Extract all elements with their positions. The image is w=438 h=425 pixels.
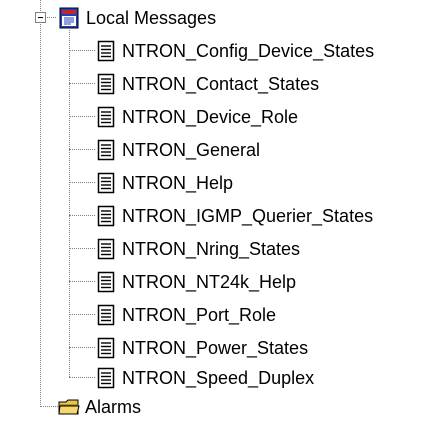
tree-connector-child [69, 347, 95, 348]
tree-node-label: NTRON_Speed_Duplex [122, 367, 315, 388]
tree-node-label: NTRON_Device_Role [122, 106, 299, 127]
tree-connector-child [69, 116, 95, 117]
tree-node-label: Local Messages [86, 7, 217, 28]
document-icon [97, 205, 115, 227]
tree-connector-root [40, 0, 41, 407]
document-icon [97, 304, 115, 326]
tree-node-power-states[interactable]: NTRON_Power_States [97, 334, 310, 361]
tree-node-alarms[interactable]: Alarms [58, 393, 143, 420]
document-icon [97, 172, 115, 194]
tree-node-label: Alarms [85, 396, 142, 417]
document-icon [97, 367, 115, 389]
tree-node-local-messages[interactable]: Local Messages [58, 4, 218, 31]
tree-connector-child [69, 50, 95, 51]
tree-node-label: NTRON_General [122, 139, 261, 160]
tree-node-config-device-states[interactable]: NTRON_Config_Device_States [97, 37, 376, 64]
tree-node-label: NTRON_NT24k_Help [122, 271, 297, 292]
tree-connector-alarms [40, 406, 58, 407]
message-book-icon [58, 7, 80, 29]
document-icon [97, 106, 115, 128]
tree-node-label: NTRON_Config_Device_States [122, 40, 375, 61]
tree-connector-child [69, 83, 95, 84]
tree-node-general[interactable]: NTRON_General [97, 136, 262, 163]
document-icon [97, 271, 115, 293]
tree-node-nring-states[interactable]: NTRON_Nring_States [97, 235, 302, 262]
tree-node-label: NTRON_Port_Role [122, 304, 277, 325]
tree-node-device-role[interactable]: NTRON_Device_Role [97, 103, 300, 130]
tree-node-label: NTRON_Contact_States [122, 73, 320, 94]
tree-connector-child [69, 149, 95, 150]
collapse-toggle[interactable] [35, 12, 46, 23]
folder-icon [58, 398, 80, 416]
tree-node-contact-states[interactable]: NTRON_Contact_States [97, 70, 321, 97]
message-tree: Local Messages NTRON_Config_Device_State… [0, 0, 438, 425]
document-icon [97, 139, 115, 161]
tree-connector-child [69, 215, 95, 216]
tree-node-port-role[interactable]: NTRON_Port_Role [97, 301, 278, 328]
tree-node-label: NTRON_Power_States [122, 337, 309, 358]
document-icon [97, 73, 115, 95]
tree-node-speed-duplex[interactable]: NTRON_Speed_Duplex [97, 364, 316, 391]
document-icon [97, 337, 115, 359]
tree-connector-child [69, 248, 95, 249]
tree-node-nt24k-help[interactable]: NTRON_NT24k_Help [97, 268, 298, 295]
tree-node-label: NTRON_Help [122, 172, 234, 193]
tree-connector-child [69, 377, 95, 378]
tree-node-igmp-querier-states[interactable]: NTRON_IGMP_Querier_States [97, 202, 375, 229]
tree-connector-child [69, 182, 95, 183]
tree-node-help[interactable]: NTRON_Help [97, 169, 235, 196]
document-icon [97, 40, 115, 62]
tree-connector-child [69, 314, 95, 315]
document-icon [97, 238, 115, 260]
tree-node-label: NTRON_Nring_States [122, 238, 301, 259]
tree-connector-child [69, 281, 95, 282]
tree-node-label: NTRON_IGMP_Querier_States [122, 205, 374, 226]
